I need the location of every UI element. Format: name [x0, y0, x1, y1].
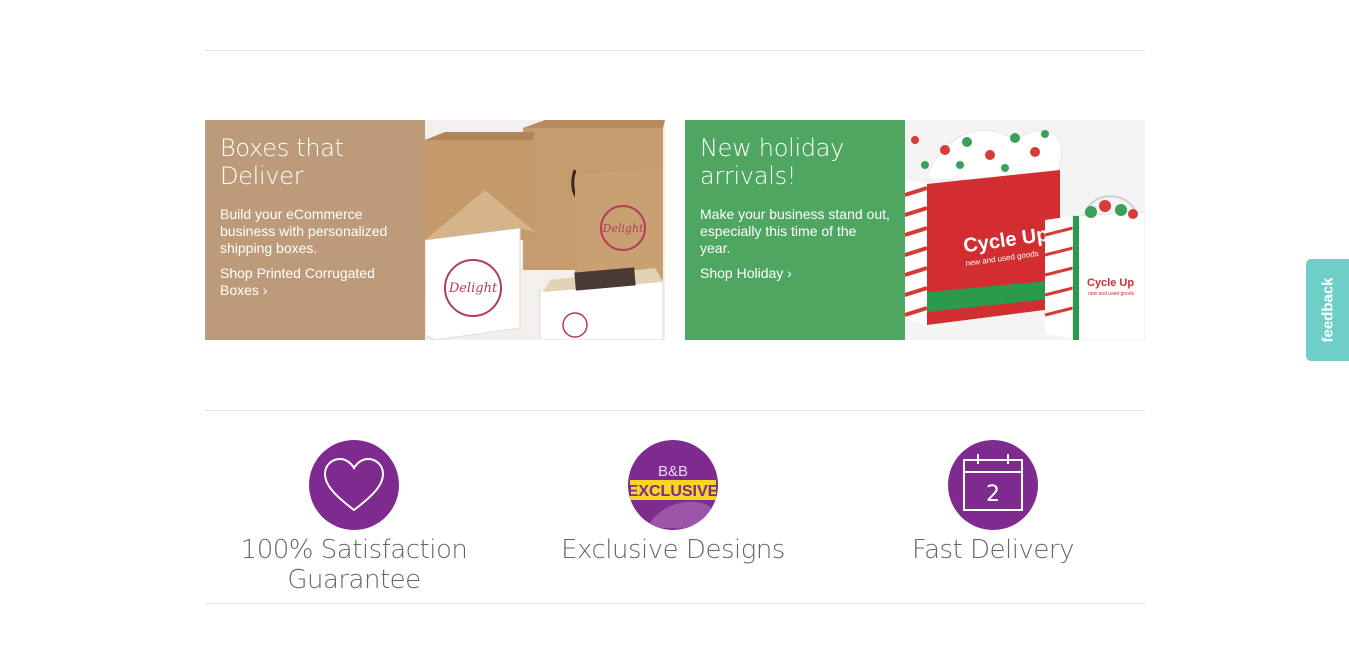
exclusive-badge-top: B&B: [658, 463, 688, 480]
promo-holiday-panel: New holiday arrivals! Make your business…: [685, 120, 905, 340]
promo-boxes-panel: Boxes that Deliver Build your eCommerce …: [205, 120, 425, 340]
feature-satisfaction-label: 100% Satisfaction Guarantee: [240, 535, 468, 595]
feature-satisfaction: 100% Satisfaction Guarantee: [204, 440, 504, 595]
promo-boxes-description: Build your eCommerce business with perso…: [220, 206, 388, 256]
bag-tagline-small: new and used goods: [1088, 291, 1135, 297]
feature-delivery: 2 Fast Delivery: [843, 440, 1143, 565]
promo-boxes-title: Boxes that Deliver: [220, 134, 344, 190]
promo-holiday-description: Make your business stand out, especially…: [700, 206, 890, 256]
promo-holiday[interactable]: New holiday arrivals! Make your business…: [685, 120, 1145, 340]
holiday-bags-photo: Cycle Up new and used goods Cycle Up new…: [905, 120, 1145, 340]
promo-holiday-title: New holiday arrivals!: [700, 134, 845, 190]
feature-delivery-label: Fast Delivery: [912, 535, 1074, 565]
feature-exclusive: B&B EXCLUSIVE Exclusive Designs: [523, 440, 823, 565]
boxes-photo: Delight Delight: [425, 120, 665, 340]
feedback-label: feedback: [1319, 277, 1336, 343]
exclusive-badge-icon: B&B EXCLUSIVE: [628, 440, 718, 530]
promo-boxes[interactable]: Boxes that Deliver Build your eCommerce …: [205, 120, 665, 340]
shop-holiday-link[interactable]: Shop Holiday ›: [700, 265, 890, 282]
shop-corrugated-boxes-link[interactable]: Shop Printed Corrugated Boxes ›: [220, 265, 410, 299]
calendar-icon: 2: [948, 440, 1038, 530]
calendar-number: 2: [986, 482, 1000, 507]
middle-divider: [205, 410, 1145, 411]
heart-icon: [309, 440, 399, 530]
top-divider: [205, 50, 1145, 51]
feedback-tab[interactable]: feedback: [1306, 259, 1349, 361]
bottom-divider: [205, 603, 1145, 604]
boxes-stamp-left: Delight: [448, 281, 498, 296]
exclusive-badge-main: EXCLUSIVE: [628, 483, 718, 500]
bag-brand-small: Cycle Up: [1087, 277, 1134, 289]
feature-exclusive-label: Exclusive Designs: [561, 535, 785, 565]
boxes-stamp-right: Delight: [602, 222, 644, 235]
